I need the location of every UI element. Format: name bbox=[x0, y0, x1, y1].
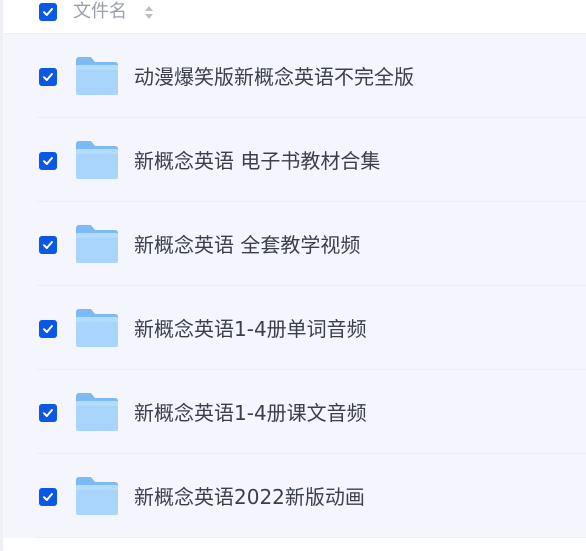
checkmark-icon bbox=[43, 409, 53, 417]
checkmark-icon bbox=[43, 73, 53, 81]
checkmark-icon bbox=[43, 241, 53, 249]
column-header-filename[interactable]: 文件名 bbox=[73, 0, 127, 24]
file-row[interactable]: 新概念英语 全套教学视频 bbox=[3, 202, 586, 286]
file-name[interactable]: 新概念英语1-4册单词音频 bbox=[134, 314, 367, 344]
row-checkbox[interactable] bbox=[39, 152, 57, 170]
file-list-panel: 文件名 动漫爆笑版新概念英语不完全版 新概念英语 电子书教材合集 新概念英语 全… bbox=[0, 0, 586, 551]
select-all-checkbox[interactable] bbox=[39, 3, 57, 21]
folder-icon bbox=[76, 477, 118, 515]
list-bottom-spacer bbox=[3, 538, 586, 551]
file-row[interactable]: 新概念英语2022新版动画 bbox=[3, 454, 586, 538]
folder-icon bbox=[76, 393, 118, 431]
checkmark-icon bbox=[43, 8, 53, 16]
row-checkbox[interactable] bbox=[39, 404, 57, 422]
file-name[interactable]: 新概念英语2022新版动画 bbox=[134, 482, 365, 512]
checkmark-icon bbox=[43, 493, 53, 501]
folder-icon bbox=[76, 141, 118, 179]
file-name[interactable]: 新概念英语 电子书教材合集 bbox=[134, 146, 380, 176]
file-list: 动漫爆笑版新概念英语不完全版 新概念英语 电子书教材合集 新概念英语 全套教学视… bbox=[3, 34, 586, 538]
row-checkbox[interactable] bbox=[39, 488, 57, 506]
folder-icon bbox=[76, 309, 118, 347]
file-row[interactable]: 新概念英语1-4册单词音频 bbox=[3, 286, 586, 370]
sort-updown-icon[interactable] bbox=[143, 3, 155, 21]
file-name[interactable]: 动漫爆笑版新概念英语不完全版 bbox=[134, 62, 414, 92]
file-name[interactable]: 新概念英语 全套教学视频 bbox=[134, 230, 360, 260]
file-row[interactable]: 动漫爆笑版新概念英语不完全版 bbox=[3, 34, 586, 118]
checkmark-icon bbox=[43, 325, 53, 333]
row-checkbox[interactable] bbox=[39, 236, 57, 254]
file-name[interactable]: 新概念英语1-4册课文音频 bbox=[134, 398, 367, 428]
row-checkbox[interactable] bbox=[39, 320, 57, 338]
folder-icon bbox=[76, 225, 118, 263]
folder-icon bbox=[76, 57, 118, 95]
checkmark-icon bbox=[43, 157, 53, 165]
file-row[interactable]: 新概念英语 电子书教材合集 bbox=[3, 118, 586, 202]
file-row[interactable]: 新概念英语1-4册课文音频 bbox=[3, 370, 586, 454]
row-checkbox[interactable] bbox=[39, 68, 57, 86]
file-list-header: 文件名 bbox=[3, 0, 586, 34]
